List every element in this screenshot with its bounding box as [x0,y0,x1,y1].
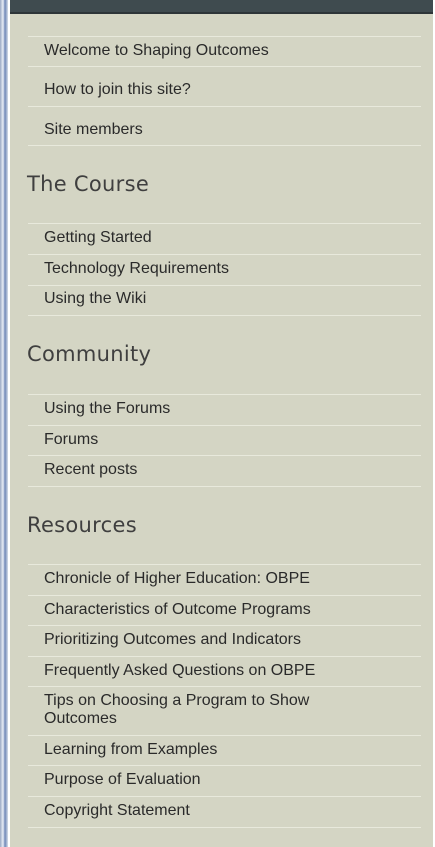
separator [28,827,421,828]
link-using-the-forums[interactable]: Using the Forums [44,400,170,418]
link-getting-started[interactable]: Getting Started [44,229,152,247]
separator [28,425,421,426]
separator [28,223,421,224]
separator [28,315,421,316]
separator [28,36,421,37]
separator [28,394,421,395]
section-heading-community: Community [27,342,152,366]
link-characteristics-outcome-programs[interactable]: Characteristics of Outcome Programs [44,601,311,619]
link-learning-from-examples[interactable]: Learning from Examples [44,741,217,759]
separator [28,625,421,626]
separator [28,656,421,657]
separator [28,66,421,67]
separator [28,486,421,487]
window-left-edge [0,0,8,847]
link-recent-posts[interactable]: Recent posts [44,461,137,479]
sidebar-header-strip [10,0,433,14]
separator [28,765,421,766]
separator [28,145,421,146]
separator [28,564,421,565]
link-prioritizing-outcomes[interactable]: Prioritizing Outcomes and Indicators [44,631,301,649]
link-using-the-wiki[interactable]: Using the Wiki [44,290,146,308]
separator [28,595,421,596]
link-how-to-join[interactable]: How to join this site? [44,81,191,99]
link-purpose-of-evaluation[interactable]: Purpose of Evaluation [44,771,201,789]
separator [28,686,421,687]
link-copyright-statement[interactable]: Copyright Statement [44,802,190,820]
link-tips-choosing-program[interactable]: Tips on Choosing a Program to Show Outco… [44,692,384,728]
link-technology-requirements[interactable]: Technology Requirements [44,260,229,278]
link-chronicle-obpe[interactable]: Chronicle of Higher Education: OBPE [44,570,310,588]
separator [28,735,421,736]
link-faq-obpe[interactable]: Frequently Asked Questions on OBPE [44,662,315,680]
separator [28,254,421,255]
separator [28,285,421,286]
sidebar-navigation: Welcome to Shaping Outcomes How to join … [10,0,433,847]
separator [28,796,421,797]
link-site-members[interactable]: Site members [44,121,143,139]
link-forums[interactable]: Forums [44,431,98,449]
section-heading-the-course: The Course [27,172,150,196]
link-welcome[interactable]: Welcome to Shaping Outcomes [44,42,269,60]
separator [28,106,421,107]
separator [28,455,421,456]
section-heading-resources: Resources [27,513,137,537]
